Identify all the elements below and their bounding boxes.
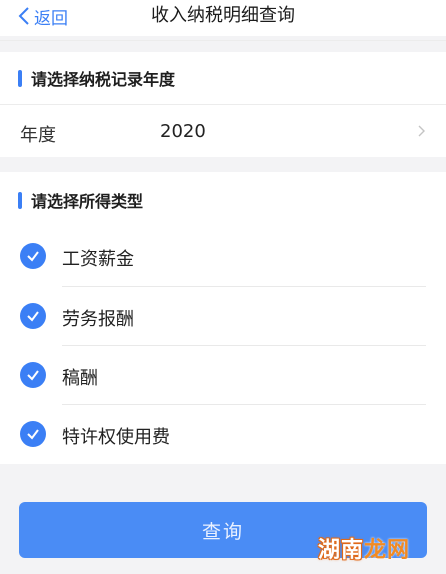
checkbox-checked[interactable]: [20, 421, 46, 447]
option-salary[interactable]: 工资薪金: [0, 227, 446, 285]
checkmark-icon: [27, 311, 39, 322]
option-label: 特许权使用费: [62, 427, 170, 448]
checkbox-checked[interactable]: [20, 362, 46, 388]
option-labor[interactable]: 劳务报酬: [0, 287, 446, 345]
type-section-heading: 请选择所得类型: [18, 190, 144, 211]
year-section-title: 请选择纳税记录年度: [31, 70, 176, 89]
year-label: 年度: [20, 125, 56, 146]
chevron-right-icon: [418, 125, 425, 137]
checkbox-checked[interactable]: [20, 243, 46, 269]
checkmark-icon: [27, 429, 39, 440]
year-selector[interactable]: 年度 2020: [0, 105, 446, 157]
watermark-main: 湖南: [318, 538, 365, 563]
option-royalty[interactable]: 稿酬: [0, 346, 446, 404]
year-value: 2020: [160, 121, 206, 142]
navbar: 返回 收入纳税明细查询: [0, 0, 446, 36]
checkmark-icon: [27, 370, 39, 381]
year-card: 请选择纳税记录年度 年度 2020: [0, 52, 446, 157]
navbar-divider: [0, 40, 446, 41]
checkmark-icon: [27, 251, 39, 262]
option-label: 稿酬: [62, 368, 98, 389]
section-accent-bar: [18, 191, 22, 209]
checkbox-checked[interactable]: [20, 303, 46, 329]
type-section-title: 请选择所得类型: [31, 192, 144, 211]
option-franchise-fee[interactable]: 特许权使用费: [0, 405, 446, 463]
income-type-card: 请选择所得类型 工资薪金 劳务报酬 稿酬 特许权使用费: [0, 172, 446, 464]
option-label: 劳务报酬: [62, 309, 134, 330]
section-accent-bar: [18, 69, 22, 87]
page: 返回 收入纳税明细查询 请选择纳税记录年度 年度 2020 请选择所得类型 工资…: [0, 0, 446, 574]
watermark-logo: 湖南龙网: [318, 532, 411, 563]
year-section-heading: 请选择纳税记录年度: [18, 68, 176, 89]
option-label: 工资薪金: [62, 249, 134, 270]
page-title: 收入纳税明细查询: [151, 5, 295, 26]
watermark-accent: 龙网: [364, 538, 411, 563]
